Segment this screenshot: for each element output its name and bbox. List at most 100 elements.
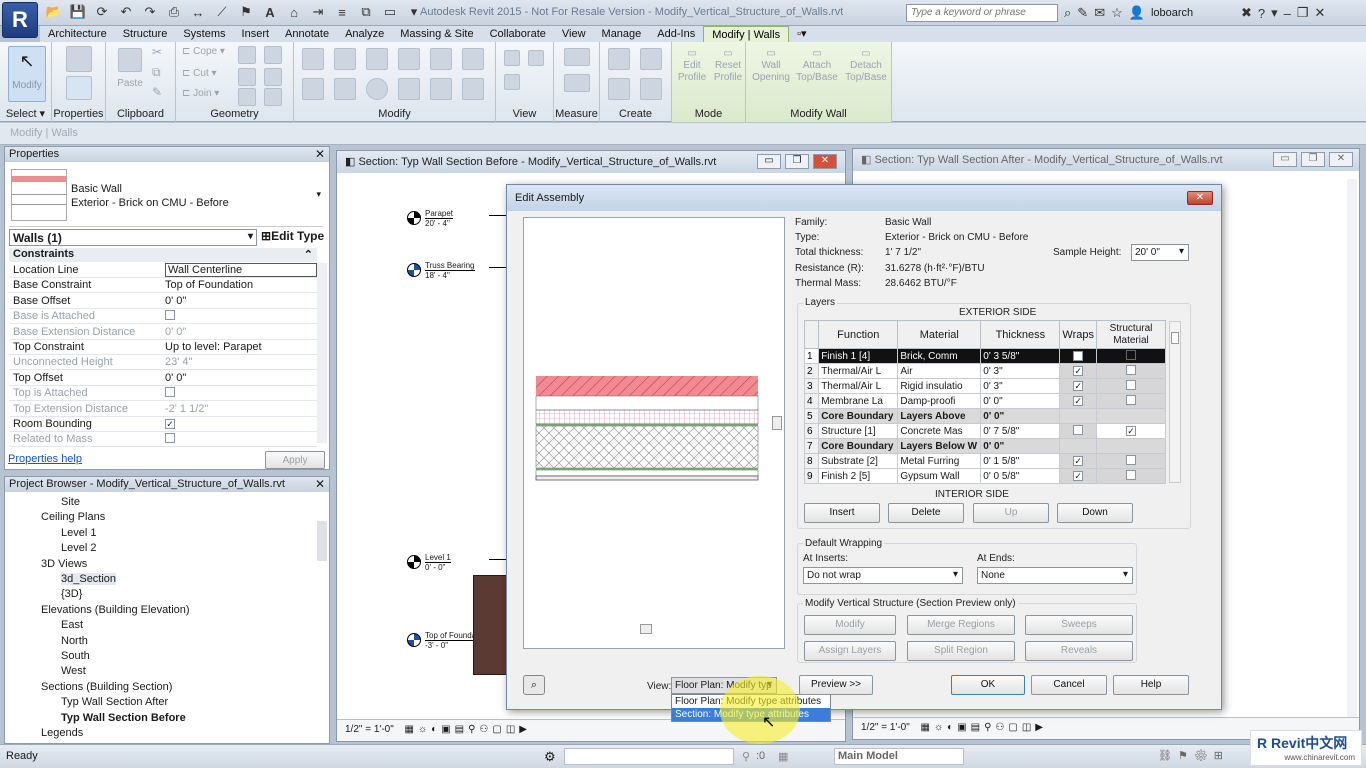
layer-checkbox[interactable] bbox=[1125, 394, 1136, 405]
filter-icon[interactable]: ▦ bbox=[778, 750, 788, 763]
browser-tree-item[interactable]: Site bbox=[61, 496, 80, 508]
layer-material[interactable]: Damp-proofi bbox=[897, 393, 982, 409]
chevron-down-icon[interactable]: ▾ bbox=[316, 189, 321, 200]
layer-number[interactable]: 3 bbox=[803, 378, 820, 394]
layer-checkbox[interactable]: ✓ bbox=[1073, 470, 1084, 481]
aligned-dimension-icon[interactable] bbox=[564, 74, 590, 92]
layer-checkbox[interactable]: ✓ bbox=[1125, 425, 1136, 436]
properties-icon[interactable] bbox=[66, 76, 92, 100]
layer-structural-material[interactable] bbox=[1095, 453, 1167, 469]
override-icon[interactable] bbox=[504, 50, 520, 66]
layer-function[interactable]: Core Boundary bbox=[818, 408, 899, 424]
layer-row[interactable]: 9 Finish 2 [5] Gypsum Wall 0' 0 5/8" ✓ bbox=[803, 468, 1167, 484]
tab-structure[interactable]: Structure bbox=[115, 26, 176, 42]
layer-wraps[interactable]: ✓ bbox=[1059, 363, 1097, 379]
property-value[interactable]: Top of Foundation bbox=[165, 279, 253, 291]
tab-modify-walls[interactable]: Modify | Walls bbox=[703, 26, 790, 42]
layer-thickness[interactable]: 0' 0 5/8" bbox=[980, 468, 1061, 484]
help-icon[interactable]: ? bbox=[1258, 6, 1265, 21]
ok-button[interactable]: OK bbox=[951, 675, 1025, 695]
browser-tree-item[interactable]: Level 1 bbox=[61, 527, 96, 539]
layer-function[interactable]: Membrane La bbox=[818, 393, 899, 409]
array-icon[interactable] bbox=[430, 78, 452, 100]
view-scale[interactable]: 1/2" = 1'-0" bbox=[345, 724, 394, 735]
layer-checkbox[interactable]: ✓ bbox=[1073, 350, 1084, 361]
layer-thickness[interactable]: 0' 3 5/8" bbox=[980, 348, 1061, 364]
view-scale[interactable]: 1/2" = 1'-0" bbox=[861, 722, 910, 733]
layer-function[interactable]: Finish 1 [4] bbox=[818, 348, 899, 364]
create-parts-icon[interactable] bbox=[640, 48, 662, 70]
cut-icon[interactable]: ✂ bbox=[152, 46, 162, 58]
browser-tree-item[interactable]: Legends bbox=[41, 727, 83, 739]
property-value[interactable]: 0' 0" bbox=[165, 372, 186, 384]
layer-thickness[interactable]: 0' 7 5/8" bbox=[980, 423, 1061, 439]
trim-icon[interactable] bbox=[398, 78, 420, 100]
favorites-icon[interactable]: ☆ bbox=[1111, 5, 1123, 21]
view-control-icons[interactable]: ▦☼◐▣▤⚲⚇▢◫▶ bbox=[921, 722, 1047, 733]
minimize-icon[interactable]: ▭ bbox=[757, 154, 781, 169]
sync-icon[interactable]: ⟳ bbox=[92, 4, 112, 20]
open-icon[interactable]: 📂 bbox=[44, 4, 64, 20]
layer-number[interactable]: 6 bbox=[803, 423, 820, 439]
view-scrollbar[interactable] bbox=[1347, 179, 1357, 719]
cut-geometry-button[interactable]: ⊏ Cut ▾ bbox=[182, 68, 217, 80]
property-value[interactable] bbox=[165, 387, 175, 400]
geometry-tool-icon[interactable] bbox=[238, 68, 256, 86]
layer-row[interactable]: 5 Core Boundary Layers Above 0' 0" bbox=[803, 408, 1167, 424]
wall-opening-button[interactable]: ▭ Wall Opening bbox=[750, 48, 792, 84]
property-row[interactable]: Top is Attached bbox=[9, 386, 317, 402]
create-similar-icon[interactable] bbox=[640, 78, 662, 100]
thin-lines-icon[interactable]: ≡ bbox=[332, 5, 352, 20]
layer-thickness[interactable]: 0' 3" bbox=[980, 363, 1061, 379]
close-icon[interactable]: ✕ bbox=[1187, 191, 1213, 205]
binoculars-icon[interactable]: ⌕ bbox=[1064, 5, 1071, 21]
design-option-dropdown[interactable]: Main Model bbox=[834, 748, 964, 765]
hide-icon[interactable] bbox=[528, 50, 544, 66]
property-value[interactable]: -2' 1 1/2" bbox=[165, 403, 208, 415]
merge-regions-button[interactable]: Merge Regions bbox=[907, 615, 1015, 635]
layer-function[interactable]: Substrate [2] bbox=[818, 453, 899, 469]
paste-icon[interactable] bbox=[118, 48, 142, 72]
layer-wraps[interactable] bbox=[1059, 438, 1097, 454]
tab-insert[interactable]: Insert bbox=[234, 26, 278, 42]
layer-checkbox[interactable]: ✓ bbox=[1073, 395, 1084, 406]
property-checkbox[interactable] bbox=[165, 310, 175, 321]
save-icon[interactable]: 💾 bbox=[68, 4, 88, 20]
property-row[interactable]: Unconnected Height 23' 4" bbox=[9, 355, 317, 371]
close-icon[interactable]: ✕ bbox=[1329, 152, 1353, 167]
3d-view-icon[interactable]: ⌂ bbox=[284, 5, 304, 20]
tab-systems[interactable]: Systems bbox=[175, 26, 233, 42]
layer-material[interactable]: Layers Below W bbox=[897, 438, 982, 454]
detach-top-base-button[interactable]: ▭ Detach Top/Base bbox=[842, 48, 890, 84]
minimize-icon[interactable]: – bbox=[1284, 6, 1291, 21]
tag-icon[interactable]: ⚑ bbox=[236, 4, 256, 20]
paint-icon[interactable] bbox=[504, 74, 520, 90]
property-row[interactable]: Related to Mass bbox=[9, 432, 317, 448]
layer-material[interactable]: Metal Furring bbox=[897, 453, 982, 469]
layer-structural-material[interactable]: ✓ bbox=[1095, 423, 1167, 439]
layer-number[interactable]: 2 bbox=[803, 363, 820, 379]
browser-tree-item[interactable]: Elevations (Building Elevation) bbox=[41, 604, 190, 616]
delete-button[interactable]: Delete bbox=[888, 503, 964, 523]
worksets-icon[interactable]: ⚙ bbox=[544, 749, 556, 765]
tab-annotate[interactable]: Annotate bbox=[277, 26, 337, 42]
layer-number[interactable]: 1 bbox=[803, 348, 820, 364]
layer-structural-material[interactable] bbox=[1095, 468, 1167, 484]
browser-scrollbar[interactable] bbox=[317, 521, 327, 561]
editable-icon[interactable]: ⚲ bbox=[742, 750, 750, 763]
property-value[interactable]: 0' 0" bbox=[165, 326, 186, 338]
insert-button[interactable]: Insert bbox=[804, 503, 880, 523]
layer-row[interactable]: 6 Structure [1] Concrete Mas 0' 7 5/8" ✓ bbox=[803, 423, 1167, 439]
exchange-apps-icon[interactable]: ✖ bbox=[1241, 5, 1252, 21]
layer-function[interactable]: Structure [1] bbox=[818, 423, 899, 439]
communication-icon[interactable]: ✉ bbox=[1094, 5, 1105, 21]
close-windows-icon[interactable]: ⧉ bbox=[356, 4, 376, 20]
layer-row[interactable]: 8 Substrate [2] Metal Furring 0' 1 5/8" ✓ bbox=[803, 453, 1167, 469]
rotate-icon[interactable] bbox=[366, 78, 388, 100]
browser-tree-item[interactable]: West bbox=[61, 665, 86, 677]
user-icon[interactable]: 👤 bbox=[1129, 5, 1145, 21]
layer-checkbox[interactable] bbox=[1125, 469, 1136, 480]
layer-number[interactable]: 5 bbox=[803, 408, 820, 424]
restore-icon[interactable]: ❐ bbox=[785, 154, 809, 169]
layer-number[interactable]: 7 bbox=[803, 438, 820, 454]
